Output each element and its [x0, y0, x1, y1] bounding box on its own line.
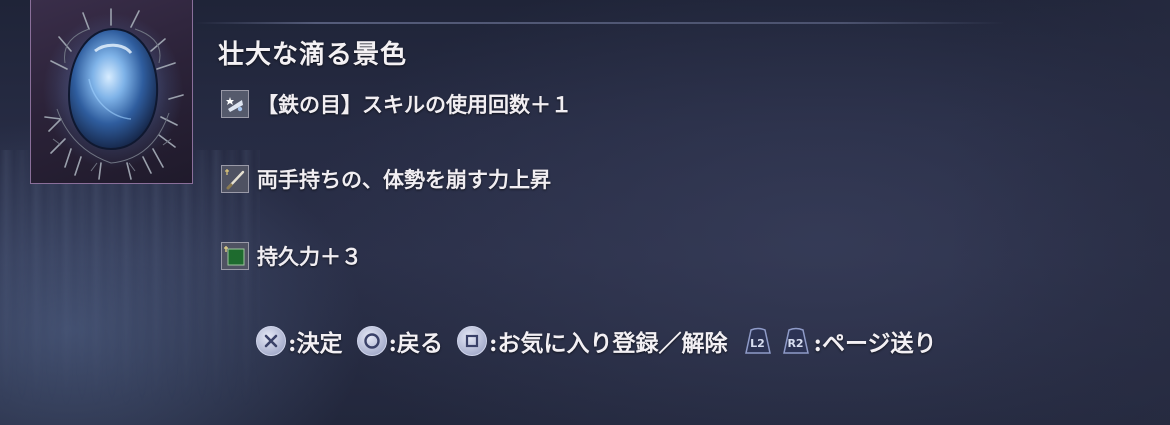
l2-label: L2 — [750, 336, 765, 350]
controls-footer: :決定 :戻る :お気に入り登録／解除 L2 R2 :ページ送り — [256, 323, 937, 359]
favorite-label: :お気に入り登録／解除 — [489, 330, 728, 357]
circle-button-icon[interactable] — [356, 326, 387, 356]
header-divider — [195, 22, 1005, 24]
confirm-label: :決定 — [288, 330, 343, 357]
background-panel-fade — [950, 0, 1170, 425]
stamina-green-icon — [221, 242, 249, 270]
effect-text: 持久力＋３ — [257, 244, 362, 269]
effect-text: 両手持ちの、体勢を崩す力上昇 — [257, 167, 551, 192]
cross-button-icon[interactable] — [256, 326, 286, 356]
effect-text: 【鉄の目】スキルの使用回数＋１ — [257, 92, 572, 117]
drop-crystal-icon — [43, 8, 184, 180]
l2-button-icon[interactable]: L2 — [742, 326, 774, 356]
square-button-icon[interactable] — [457, 326, 487, 356]
item-title: 壮大な滴る景色 — [218, 40, 408, 70]
iron-eye-skill-icon — [221, 90, 249, 118]
effect-row: 【鉄の目】スキルの使用回数＋１ — [221, 88, 572, 120]
back-label: :戻る — [388, 330, 444, 357]
r2-label: R2 — [787, 336, 804, 350]
r2-button-icon[interactable]: R2 — [780, 326, 812, 356]
page-label: :ページ送り — [813, 330, 937, 357]
two-handed-sword-icon — [221, 165, 249, 193]
effect-row: 両手持ちの、体勢を崩す力上昇 — [221, 163, 551, 195]
effect-row: 持久力＋３ — [221, 240, 362, 272]
item-thumbnail — [30, 0, 193, 184]
